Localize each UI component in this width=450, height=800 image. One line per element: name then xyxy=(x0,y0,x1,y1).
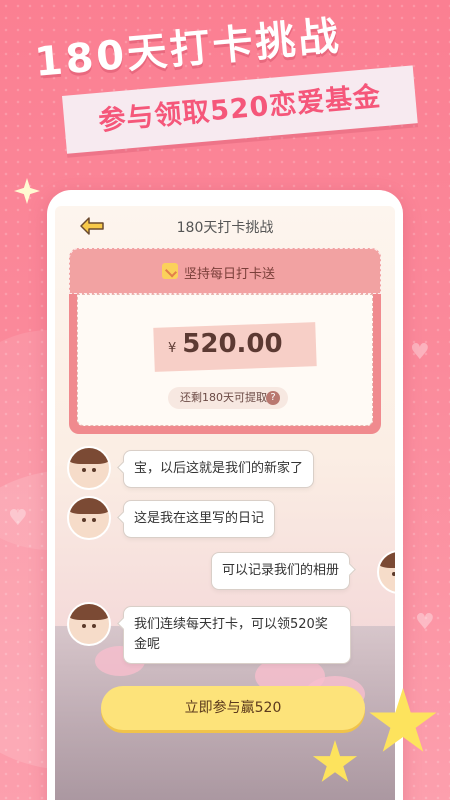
chat-bubble: 可以记录我们的相册 xyxy=(211,552,351,590)
calendar-check-icon xyxy=(162,263,178,279)
help-icon[interactable]: ? xyxy=(266,391,280,405)
avatar xyxy=(377,550,395,594)
card-header: 坚持每日打卡送 xyxy=(69,248,381,294)
nav-title: 180天打卡挑战 xyxy=(176,220,274,236)
heart-icon: ♥ xyxy=(415,610,435,635)
card-body: ¥520.00 还剩180天可提取 ? xyxy=(77,294,373,426)
heart-icon: ♥ xyxy=(8,506,28,531)
avatar xyxy=(67,446,111,490)
avatar xyxy=(67,602,111,646)
nav-bar: 180天打卡挑战 xyxy=(55,206,395,246)
card-header-label: 坚持每日打卡送 xyxy=(184,267,276,282)
reward-amount: ¥520.00 xyxy=(168,329,283,359)
currency-symbol: ¥ xyxy=(168,341,177,356)
reward-card: 坚持每日打卡送 ¥520.00 还剩180天可提取 ? xyxy=(69,248,381,434)
amount-value: 520.00 xyxy=(182,329,283,359)
phone-frame: 180天打卡挑战 坚持每日打卡送 ¥520.00 还剩180天可提取 ? 宝，以… xyxy=(47,190,403,800)
chat-bubble: 我们连续每天打卡，可以领520奖金呢 xyxy=(123,606,351,664)
chat-bubble: 这是我在这里写的日记 xyxy=(123,500,276,538)
join-button[interactable]: 立即参与赢520 xyxy=(101,686,365,730)
avatar xyxy=(67,496,111,540)
chat-bubble: 宝，以后这就是我们的新家了 xyxy=(123,450,315,488)
app-screen: 180天打卡挑战 坚持每日打卡送 ¥520.00 还剩180天可提取 ? 宝，以… xyxy=(55,206,395,800)
promo-page: ♥ ♥ ♥ 180天打卡挑战 参与领取520恋爱基金 180天打卡挑战 坚持每日… xyxy=(0,0,450,800)
heart-icon: ♥ xyxy=(410,340,430,365)
